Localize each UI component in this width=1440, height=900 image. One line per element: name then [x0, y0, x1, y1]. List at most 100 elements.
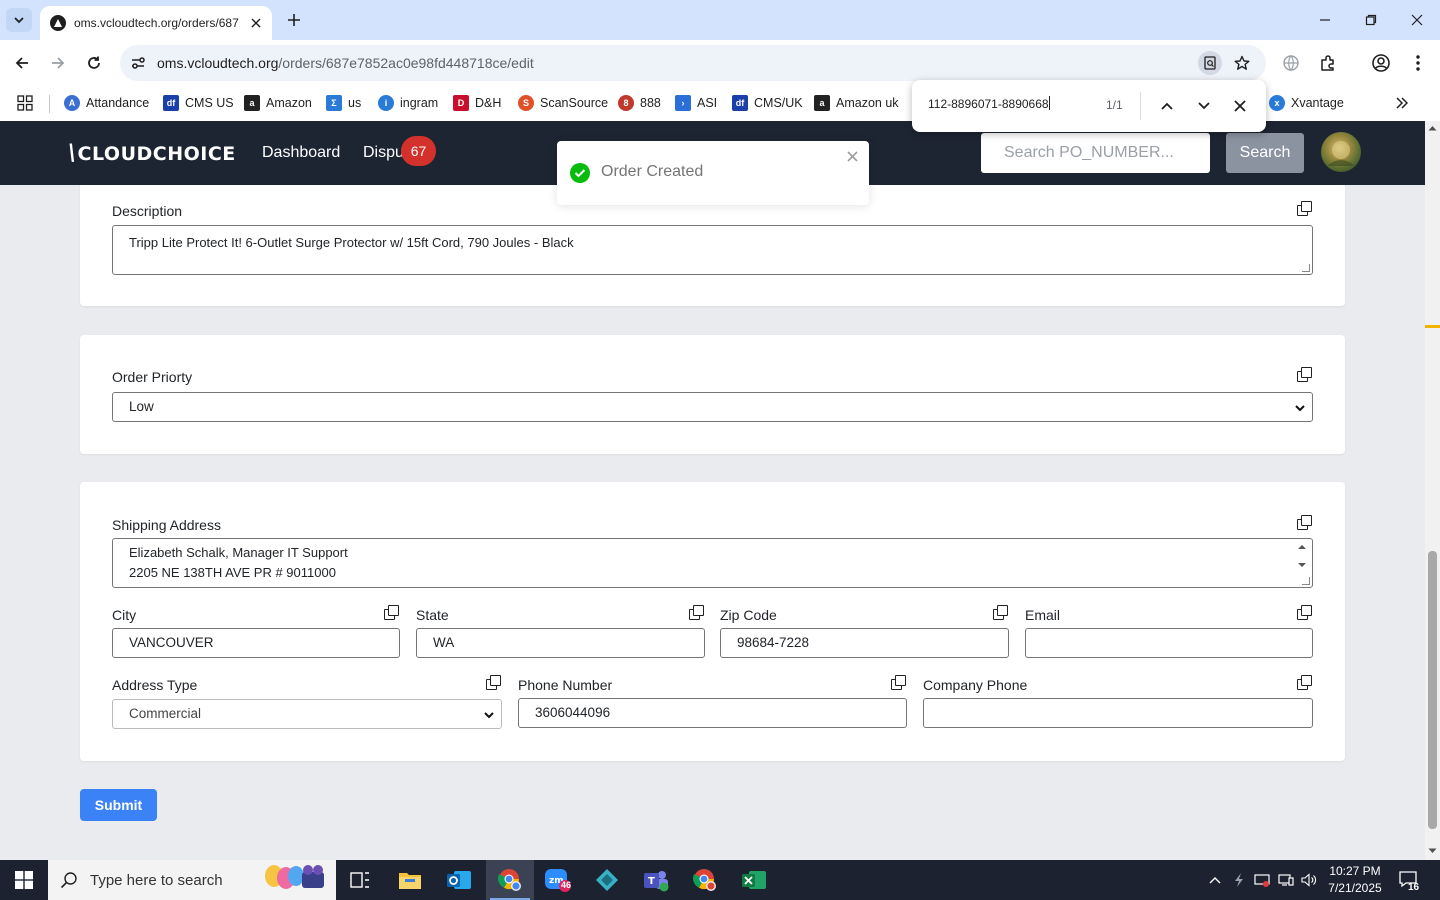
- taskbar-zoom[interactable]: zm 46: [534, 860, 582, 900]
- show-hidden-icons-button[interactable]: [1207, 872, 1223, 888]
- bookmark-star-icon[interactable]: [1232, 53, 1252, 73]
- bookmark-cms-us[interactable]: df CMS US: [163, 92, 234, 114]
- po-number-search-input[interactable]: [981, 133, 1210, 173]
- taskbar-chrome[interactable]: [486, 860, 534, 900]
- nav-dashboard[interactable]: Dashboard: [262, 144, 340, 162]
- taskbar-clock[interactable]: 10:27 PM 7/21/2025: [1320, 863, 1390, 897]
- copy-icon[interactable]: [891, 675, 907, 691]
- bookmark-ingram[interactable]: i ingram: [378, 92, 438, 114]
- taskbar-teams[interactable]: T: [632, 860, 680, 900]
- email-input[interactable]: [1025, 628, 1313, 658]
- taskbar-outlook[interactable]: [435, 860, 483, 900]
- bookmark-label: Amazon: [266, 96, 312, 110]
- user-avatar[interactable]: [1321, 132, 1361, 172]
- resize-handle-icon[interactable]: [1302, 577, 1310, 585]
- bookmark-label: CMS/UK: [754, 96, 803, 110]
- state-input[interactable]: WA: [416, 628, 705, 658]
- address-type-select[interactable]: Commercial: [112, 699, 502, 729]
- network-icon[interactable]: [1278, 872, 1294, 888]
- start-button[interactable]: [0, 860, 48, 900]
- extensions-button[interactable]: [1314, 49, 1342, 77]
- city-input[interactable]: VANCOUVER: [112, 628, 400, 658]
- submit-button[interactable]: Submit: [80, 789, 157, 821]
- taskbar-search-box[interactable]: Type here to search: [48, 860, 336, 900]
- windows-logo-icon: [15, 871, 33, 889]
- back-button[interactable]: [8, 49, 36, 77]
- bookmark-amazon[interactable]: a Amazon: [244, 92, 312, 114]
- find-input[interactable]: 112-8896071-8890668: [928, 96, 1050, 111]
- nav-disputes[interactable]: Dispu: [363, 144, 404, 162]
- reload-button[interactable]: [80, 49, 108, 77]
- chrome-menu-button[interactable]: [1404, 49, 1432, 77]
- scroll-up-arrow-icon[interactable]: [1428, 125, 1437, 131]
- taskbar-app-diamond[interactable]: [583, 860, 631, 900]
- chevron-up-icon: [1161, 102, 1173, 110]
- forward-button[interactable]: [44, 49, 72, 77]
- description-textarea[interactable]: Tripp Lite Protect It! 6-Outlet Surge Pr…: [112, 225, 1313, 275]
- task-view-button[interactable]: [336, 860, 384, 900]
- tab-search-button[interactable]: [6, 8, 32, 32]
- bookmark-dh[interactable]: D D&H: [453, 92, 501, 114]
- copy-icon[interactable]: [384, 605, 400, 621]
- copy-icon[interactable]: [1297, 515, 1313, 531]
- scrollbar-thumb[interactable]: [1428, 551, 1437, 829]
- copy-icon[interactable]: [689, 605, 705, 621]
- minimize-window-button[interactable]: [1302, 0, 1348, 40]
- cloudchoice-logo[interactable]: \ CLOUDCHOICE: [68, 141, 236, 166]
- chevron-down-icon: [14, 17, 24, 24]
- company-phone-input[interactable]: [923, 698, 1313, 728]
- taskbar-chrome-profile[interactable]: [681, 860, 729, 900]
- address-bar[interactable]: oms.vcloudtech.org/orders/687e7852ac0e98…: [120, 45, 1266, 81]
- copy-icon[interactable]: [1297, 675, 1313, 691]
- tray-display-icon[interactable]: [1254, 872, 1270, 888]
- bookmark-scansource[interactable]: S ScanSource: [518, 92, 608, 114]
- copy-icon[interactable]: [486, 675, 502, 691]
- site-info-icon[interactable]: [128, 53, 148, 73]
- taskbar-file-explorer[interactable]: [386, 860, 434, 900]
- resize-handle-icon[interactable]: [1302, 264, 1310, 272]
- close-window-button[interactable]: [1394, 0, 1440, 40]
- bookmark-888-icon: 8: [618, 95, 634, 111]
- restore-window-button[interactable]: [1348, 0, 1394, 40]
- zip-code-input[interactable]: 98684-7228: [720, 628, 1009, 658]
- tray-app-icon[interactable]: [1231, 872, 1247, 888]
- translate-button[interactable]: [1277, 49, 1305, 77]
- bookmark-cms-uk[interactable]: df CMS/UK: [732, 92, 803, 114]
- copy-icon[interactable]: [1297, 201, 1313, 217]
- order-priority-select[interactable]: Low: [112, 392, 1313, 422]
- apps-button[interactable]: [17, 92, 33, 114]
- bookmark-us[interactable]: Σus: [326, 92, 361, 114]
- profile-button[interactable]: [1367, 49, 1395, 77]
- text-caret: [1048, 96, 1050, 110]
- bookmark-888[interactable]: 8 888: [618, 92, 661, 114]
- apps-grid-icon: [17, 95, 33, 111]
- tab-title: oms.vcloudtech.org/orders/687: [74, 16, 239, 30]
- browser-tab-active[interactable]: oms.vcloudtech.org/orders/687: [40, 6, 272, 40]
- shipping-address-textarea[interactable]: Elizabeth Schalk, Manager IT Support 220…: [112, 538, 1313, 588]
- new-tab-button[interactable]: [282, 8, 306, 32]
- textarea-scroll-arrows-icon[interactable]: [1297, 543, 1307, 569]
- chevron-down-icon: [484, 712, 494, 719]
- bookmark-attandance[interactable]: A Attandance: [64, 92, 149, 114]
- copy-icon[interactable]: [1297, 605, 1313, 621]
- scroll-down-arrow-icon[interactable]: [1428, 848, 1437, 854]
- toast-close-icon[interactable]: [845, 149, 859, 163]
- copy-icon[interactable]: [993, 605, 1009, 621]
- more-bookmarks-button[interactable]: [1396, 92, 1408, 114]
- po-search-button[interactable]: Search: [1226, 133, 1304, 173]
- copy-icon[interactable]: [1297, 367, 1313, 383]
- close-tab-icon[interactable]: [248, 15, 264, 31]
- find-close-button[interactable]: [1228, 94, 1252, 118]
- restore-icon: [1365, 14, 1377, 26]
- bookmark-asi[interactable]: › ASI: [675, 92, 717, 114]
- volume-icon[interactable]: [1301, 872, 1317, 888]
- phone-number-input[interactable]: 3606044096: [518, 698, 907, 728]
- page-scrollbar[interactable]: [1425, 121, 1440, 860]
- bookmark-xvantage[interactable]: x Xvantage: [1269, 92, 1344, 114]
- find-in-page-icon[interactable]: [1198, 51, 1222, 75]
- bookmark-amazon-uk[interactable]: a Amazon uk: [814, 92, 899, 114]
- find-previous-button[interactable]: [1155, 94, 1179, 118]
- notification-count: 16: [1408, 882, 1420, 893]
- find-next-button[interactable]: [1192, 94, 1216, 118]
- taskbar-excel[interactable]: [730, 860, 778, 900]
